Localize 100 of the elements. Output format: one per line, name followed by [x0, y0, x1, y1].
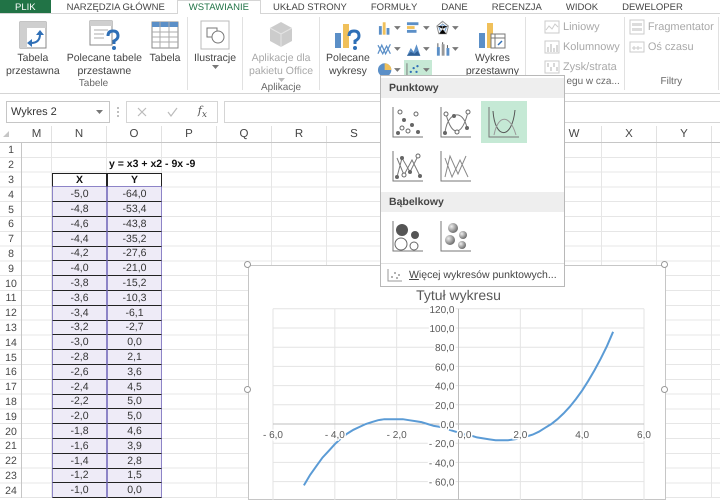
table-cell: -5,0: [52, 187, 107, 202]
table-cell: 0,0: [107, 335, 162, 350]
row-header[interactable]: 22: [5, 455, 17, 468]
table-cell: -4,2: [52, 246, 107, 262]
table-cell: 5,0: [107, 409, 162, 424]
caret-icon: [452, 26, 459, 30]
column-header[interactable]: X: [602, 126, 657, 142]
table-cell: -53,4: [107, 202, 162, 217]
row-header[interactable]: 20: [5, 426, 17, 438]
timeline-icon: [628, 38, 645, 54]
insert-function-button[interactable]: f$_{x}$: [198, 104, 208, 120]
column-header[interactable]: R: [272, 126, 327, 142]
table-cell: -4,4: [52, 232, 107, 247]
row-header[interactable]: 1: [8, 144, 14, 156]
row-header[interactable]: 5: [8, 204, 14, 216]
table-cell: -27,6: [107, 246, 162, 262]
resize-handle[interactable]: [661, 386, 668, 393]
table-cell: 2,8: [107, 454, 162, 469]
caret-icon: [423, 47, 430, 51]
column-header[interactable]: N: [52, 126, 107, 142]
chart-title[interactable]: Tytuł wykresu: [416, 287, 501, 303]
row-header[interactable]: 16: [5, 366, 17, 378]
group-label: Filtry: [660, 76, 682, 87]
ribbon-tab[interactable]: NARZĘDZIA GŁÓWNE: [54, 0, 177, 13]
caret-icon: [423, 68, 430, 72]
table-cell: -1,2: [52, 468, 107, 484]
resize-handle[interactable]: [661, 261, 668, 268]
ribbon-tab[interactable]: RECENZJA: [480, 0, 554, 13]
row-header[interactable]: 10: [5, 278, 17, 290]
ribbon-tab[interactable]: UKŁAD STRONY: [260, 0, 359, 13]
table-cell: -2,0: [52, 409, 107, 424]
ribbon-tab[interactable]: DANE: [429, 0, 480, 13]
table-cell: 2,1: [107, 350, 162, 365]
caret-icon: [212, 65, 219, 69]
table-cell: -2,6: [52, 364, 107, 380]
row-header[interactable]: 13: [5, 322, 17, 334]
row-header[interactable]: 23: [5, 470, 17, 482]
table-cell: -4,8: [52, 202, 107, 217]
table-cell: -3,2: [52, 320, 107, 336]
table-cell: 1,5: [107, 468, 162, 484]
caret-icon: [394, 47, 401, 51]
radar-chart-icon: [434, 20, 450, 36]
row-header[interactable]: 19: [5, 410, 17, 423]
row-header[interactable]: 18: [5, 396, 17, 408]
cancel-icon[interactable]: [136, 107, 147, 117]
table-cell: -3,0: [52, 335, 107, 350]
resize-handle[interactable]: [244, 386, 251, 393]
row-header[interactable]: 8: [8, 248, 14, 260]
ribbon-tab[interactable]: FORMUŁY: [358, 0, 430, 13]
column-sparkline-icon: [544, 38, 560, 54]
caret-icon: [423, 26, 430, 30]
ribbon-button[interactable]: Polecane wykresy: [324, 17, 372, 78]
scatter-dots-icon: [390, 104, 426, 140]
row-header[interactable]: 4: [8, 188, 14, 201]
more-charts-link[interactable]: Więcej wykresów punktowych...: [409, 269, 557, 281]
table-cell: 4,5: [107, 380, 162, 395]
file-tab[interactable]: PLIK: [0, 0, 51, 13]
row-header[interactable]: 21: [5, 440, 17, 452]
row-header[interactable]: 9: [8, 262, 14, 275]
ribbon-button[interactable]: Polecane tabele przestawne: [64, 17, 144, 78]
row-header[interactable]: 11: [6, 292, 16, 304]
ribbon-tab[interactable]: WSTAWIANIE: [176, 0, 261, 14]
row-header[interactable]: 14: [5, 336, 17, 349]
table-cell: -3,6: [52, 290, 107, 306]
row-header[interactable]: 12: [5, 307, 17, 320]
column-header[interactable]: Y: [657, 126, 712, 142]
table-cell: -43,8: [107, 216, 162, 232]
spheres-icon: [438, 218, 474, 254]
caret-icon: [452, 47, 459, 51]
ribbon-tab[interactable]: WIDOK: [554, 0, 610, 13]
chart-type-option[interactable]: [481, 101, 527, 143]
table-cell: -1,0: [52, 483, 107, 498]
axis-label: 120,0: [429, 304, 454, 316]
row-header[interactable]: 6: [8, 218, 14, 230]
row-header[interactable]: 3: [8, 174, 14, 186]
resize-handle[interactable]: [244, 261, 251, 268]
ribbon-tab[interactable]: DEWELOPER: [610, 0, 695, 13]
table-cell: 0,0: [107, 483, 162, 498]
column-header[interactable]: Q: [217, 126, 272, 142]
table-cell: 4,6: [107, 424, 162, 439]
row-header[interactable]: 15: [5, 352, 17, 364]
column-header[interactable]: O: [107, 126, 162, 142]
column-header[interactable]: P: [162, 126, 217, 142]
caret-icon: [394, 26, 401, 30]
row-header[interactable]: 17: [5, 381, 17, 394]
axis-label: - 6,0: [263, 430, 283, 441]
caret-icon: [394, 68, 401, 72]
caret-icon: [278, 78, 285, 82]
name-box[interactable]: Wykres 2: [6, 101, 110, 123]
ribbon-button[interactable]: Tabela: [147, 17, 184, 65]
ribbon-button[interactable]: Ilustracje: [192, 17, 238, 69]
scatter-dots-icon: [387, 268, 403, 282]
row-header[interactable]: 24: [5, 484, 17, 497]
ribbon-button[interactable]: Tabela przestawna: [4, 17, 62, 78]
column-header[interactable]: M: [22, 126, 52, 142]
section-header: Bąbelkowy: [381, 192, 564, 212]
row-header[interactable]: 7: [8, 233, 14, 246]
table-cell: -21,0: [107, 261, 162, 276]
check-icon[interactable]: [166, 107, 178, 117]
row-header[interactable]: 2: [8, 159, 14, 172]
